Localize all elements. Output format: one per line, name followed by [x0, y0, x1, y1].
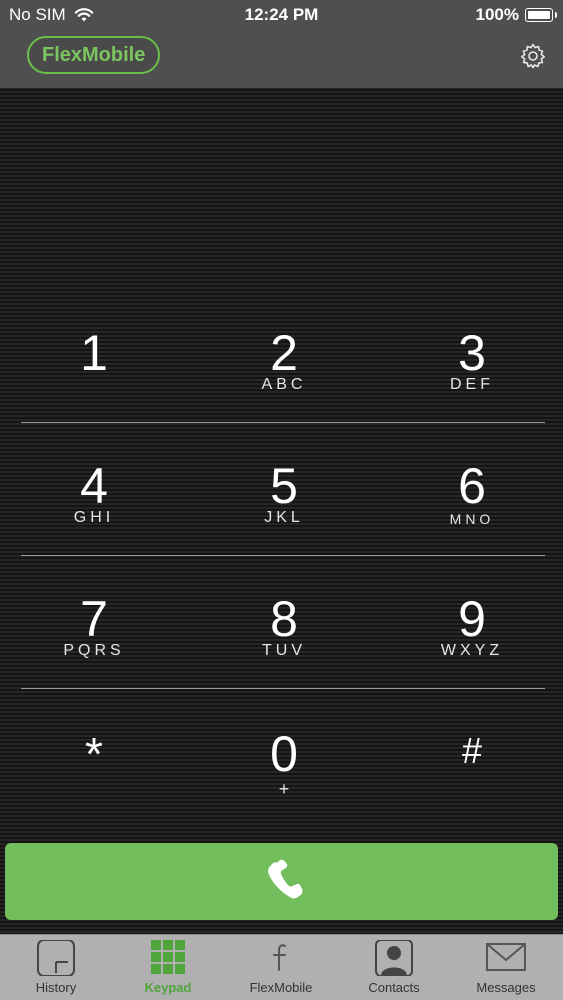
- contacts-icon: [375, 940, 413, 976]
- tab-history[interactable]: History: [0, 935, 112, 1000]
- key-digit: 6: [458, 458, 486, 514]
- flexmobile-icon: [273, 944, 286, 971]
- key-letters: JKL: [264, 509, 304, 526]
- tab-label: FlexMobile: [249, 980, 313, 995]
- key-letters: GHI: [73, 509, 115, 526]
- key-4[interactable]: 4 GHI: [0, 461, 188, 594]
- tab-label: History: [35, 980, 77, 995]
- key-letters: TUV: [262, 642, 306, 659]
- row-divider: [21, 555, 545, 556]
- keypad: 1 2 ABC 3 DEF 4 GHI 5 JKL 6 MNO 7 PQRS 8…: [0, 88, 563, 935]
- key-digit: 3: [458, 325, 486, 381]
- keypad-icon: [151, 940, 185, 974]
- key-digit: 8: [270, 591, 298, 647]
- row-divider: [21, 688, 545, 689]
- key-digit: 1: [80, 325, 108, 381]
- key-7[interactable]: 7 PQRS: [0, 594, 188, 727]
- call-button[interactable]: [5, 843, 558, 920]
- key-8[interactable]: 8 TUV: [190, 594, 378, 727]
- tab-label: Keypad: [144, 980, 192, 995]
- key-letters: WXYZ: [440, 642, 504, 659]
- key-9[interactable]: 9 WXYZ: [378, 594, 563, 727]
- top-bar: No SIM 12:24 PM 100% FlexMobile: [0, 0, 563, 88]
- key-3[interactable]: 3 DEF: [378, 328, 563, 461]
- key-letters: MNO: [449, 511, 495, 527]
- status-bar: No SIM 12:24 PM 100%: [0, 0, 563, 30]
- tab-bar: History Keypad FlexMobile Contacts Messa…: [0, 934, 563, 1000]
- tab-label: Contacts: [368, 980, 420, 995]
- row-divider: [21, 422, 545, 423]
- key-1[interactable]: 1: [0, 328, 188, 461]
- battery-percent: 100%: [475, 5, 519, 24]
- tab-messages[interactable]: Messages: [450, 935, 562, 1000]
- phone-icon: [268, 859, 303, 899]
- key-digit: 2: [270, 325, 298, 381]
- key-digit: *: [85, 728, 103, 780]
- key-2[interactable]: 2 ABC: [190, 328, 378, 461]
- key-digit: 0: [270, 726, 298, 782]
- messages-icon: [486, 943, 526, 971]
- keypad-row-1: 1 2 ABC 3 DEF: [0, 328, 563, 461]
- keypad-row-2: 4 GHI 5 JKL 6 MNO: [0, 461, 563, 594]
- key-6[interactable]: 6 MNO: [378, 461, 563, 594]
- tab-contacts[interactable]: Contacts: [338, 935, 450, 1000]
- battery-icon: [525, 8, 557, 22]
- key-5[interactable]: 5 JKL: [190, 461, 378, 594]
- key-digit: 7: [80, 591, 108, 647]
- key-digit: #: [461, 730, 483, 771]
- key-letters: DEF: [450, 376, 494, 393]
- key-digit: 5: [270, 458, 298, 514]
- keypad-row-3: 7 PQRS 8 TUV 9 WXYZ: [0, 594, 563, 727]
- dialer-screen: No SIM 12:24 PM 100% FlexMobile 1 2 ABC …: [0, 0, 563, 1000]
- tab-label: Messages: [476, 980, 536, 995]
- tab-flexmobile[interactable]: FlexMobile: [225, 935, 337, 1000]
- key-letters: +: [278, 779, 290, 799]
- tab-keypad[interactable]: Keypad: [112, 935, 224, 1000]
- history-icon: [37, 940, 75, 976]
- key-letters: PQRS: [63, 642, 125, 659]
- key-digit: 4: [80, 458, 108, 514]
- brand-button[interactable]: FlexMobile: [27, 36, 161, 74]
- key-digit: 9: [458, 591, 486, 647]
- status-right: 100%: [475, 5, 557, 25]
- gear-icon[interactable]: [519, 42, 547, 70]
- key-letters: ABC: [261, 376, 307, 393]
